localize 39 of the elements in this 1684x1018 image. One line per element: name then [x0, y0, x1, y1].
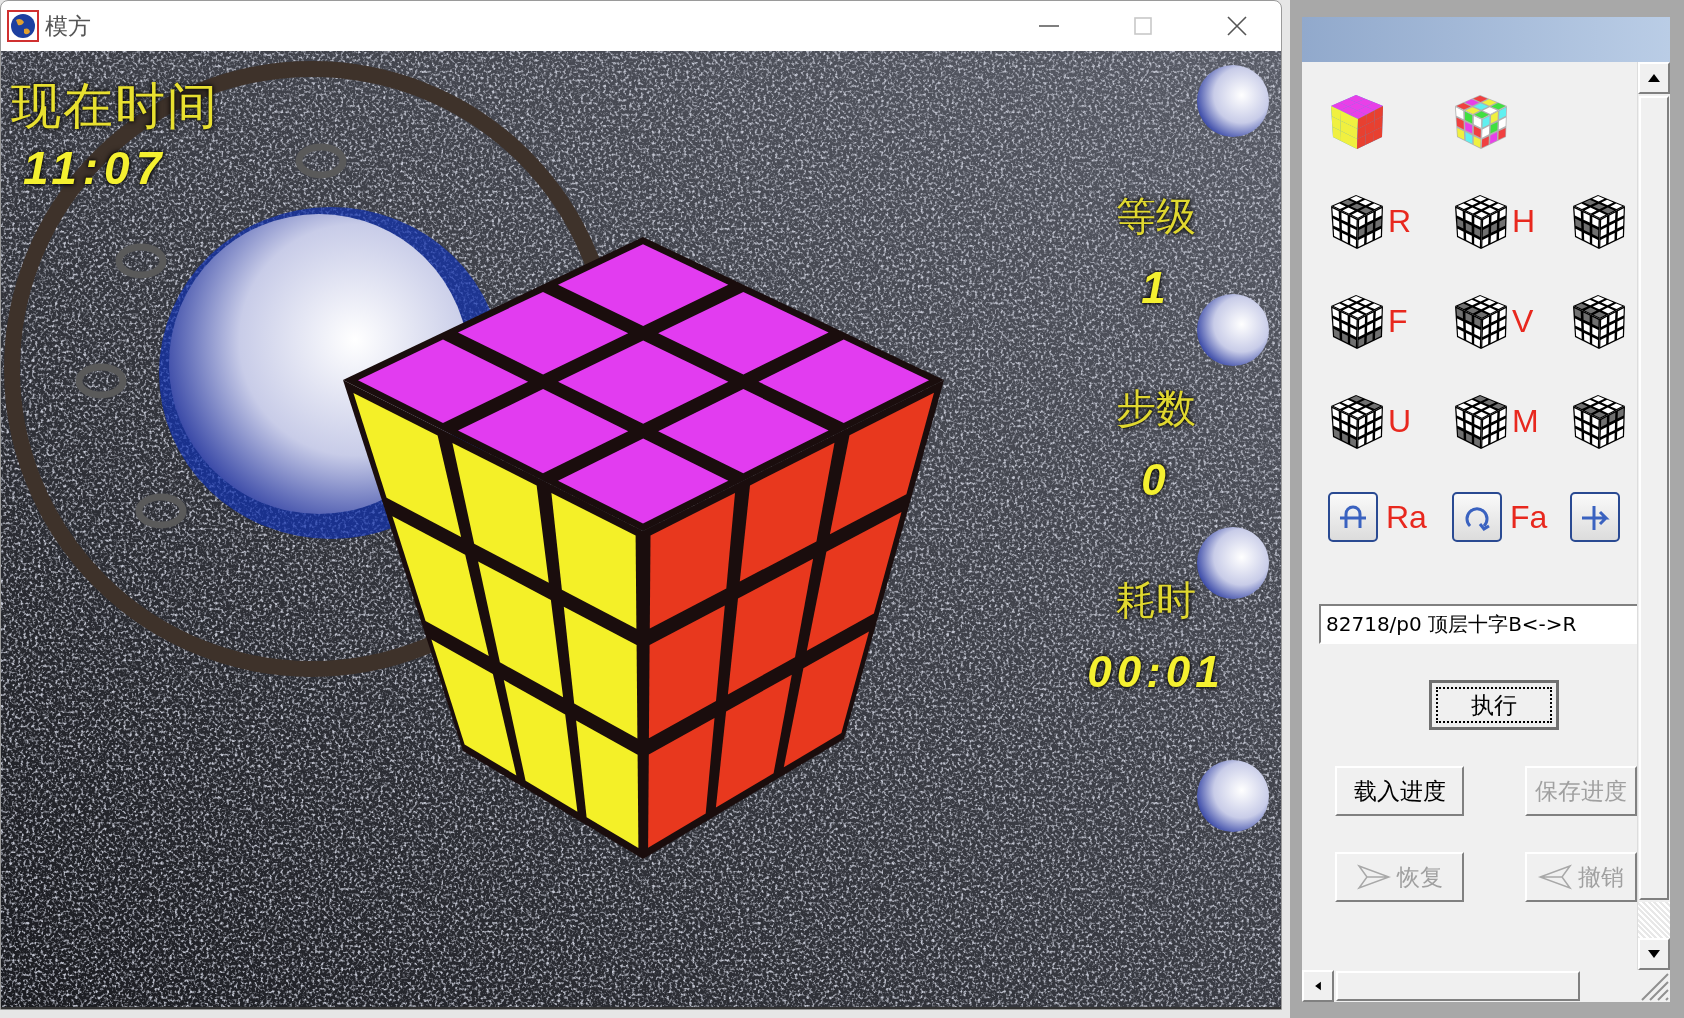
rotate-icon: [1465, 507, 1491, 531]
tool-button[interactable]: [1570, 492, 1620, 542]
tool-button[interactable]: [1452, 492, 1502, 542]
scrollbar-thumb[interactable]: [1336, 971, 1580, 1001]
cube-icon: [1328, 192, 1386, 250]
command-field[interactable]: 82718/p0 顶层十字B<->R: [1319, 604, 1637, 644]
tool-label: Ra: [1386, 498, 1427, 536]
cube-icon: [1452, 392, 1510, 450]
tool-label: R: [1388, 202, 1412, 240]
scroll-left-button[interactable]: [1302, 970, 1334, 1002]
minimize-icon: [1038, 25, 1060, 27]
cube-icon: [1570, 392, 1628, 450]
stat-label: 步数: [1116, 384, 1196, 433]
scroll-up-button[interactable]: [1638, 62, 1670, 94]
tool-label: F: [1388, 302, 1408, 340]
stat-value: 1: [1141, 263, 1171, 314]
stat-value: 0: [1141, 455, 1171, 506]
tool-label: M: [1512, 402, 1539, 440]
app-icon: [7, 10, 39, 42]
close-icon: [1227, 16, 1247, 36]
tool-label: U: [1388, 402, 1412, 440]
button[interactable]: 载入进度: [1335, 766, 1464, 816]
tool-label: H: [1512, 202, 1536, 240]
scrollbar-thumb[interactable]: [1639, 96, 1669, 900]
window-title: 模方: [45, 11, 91, 41]
scroll-down-button[interactable]: [1638, 938, 1670, 970]
cube-icon: [1328, 392, 1386, 450]
cube-icon: [1328, 92, 1386, 150]
cube-icon: [1452, 192, 1510, 250]
cube-icon: [1328, 292, 1386, 350]
cube-icon: [1452, 292, 1510, 350]
tool-button[interactable]: [1328, 492, 1378, 542]
tool-label: V: [1512, 302, 1534, 340]
tool-label: Fa: [1510, 498, 1548, 536]
execute-button[interactable]: 执行: [1429, 680, 1559, 730]
cube-icon: [1570, 292, 1628, 350]
cube-icon: [1570, 192, 1628, 250]
cube-icon: [1452, 92, 1510, 150]
maximize-icon: [1134, 17, 1152, 35]
